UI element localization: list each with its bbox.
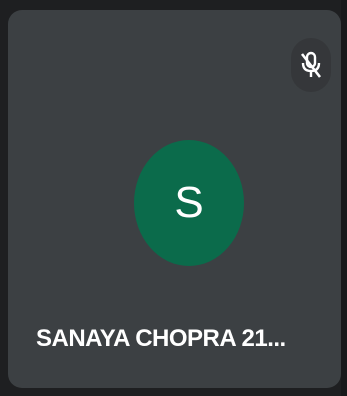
participant-name: SANAYA CHOPRA 21... [36,325,286,352]
mic-off-icon [300,51,322,78]
mic-muted-badge [291,38,331,92]
avatar-initial: S [174,178,204,227]
participant-tile[interactable]: S SANAYA CHOPRA 21... [8,10,341,388]
window-edge [341,0,347,396]
avatar: S [134,140,244,266]
